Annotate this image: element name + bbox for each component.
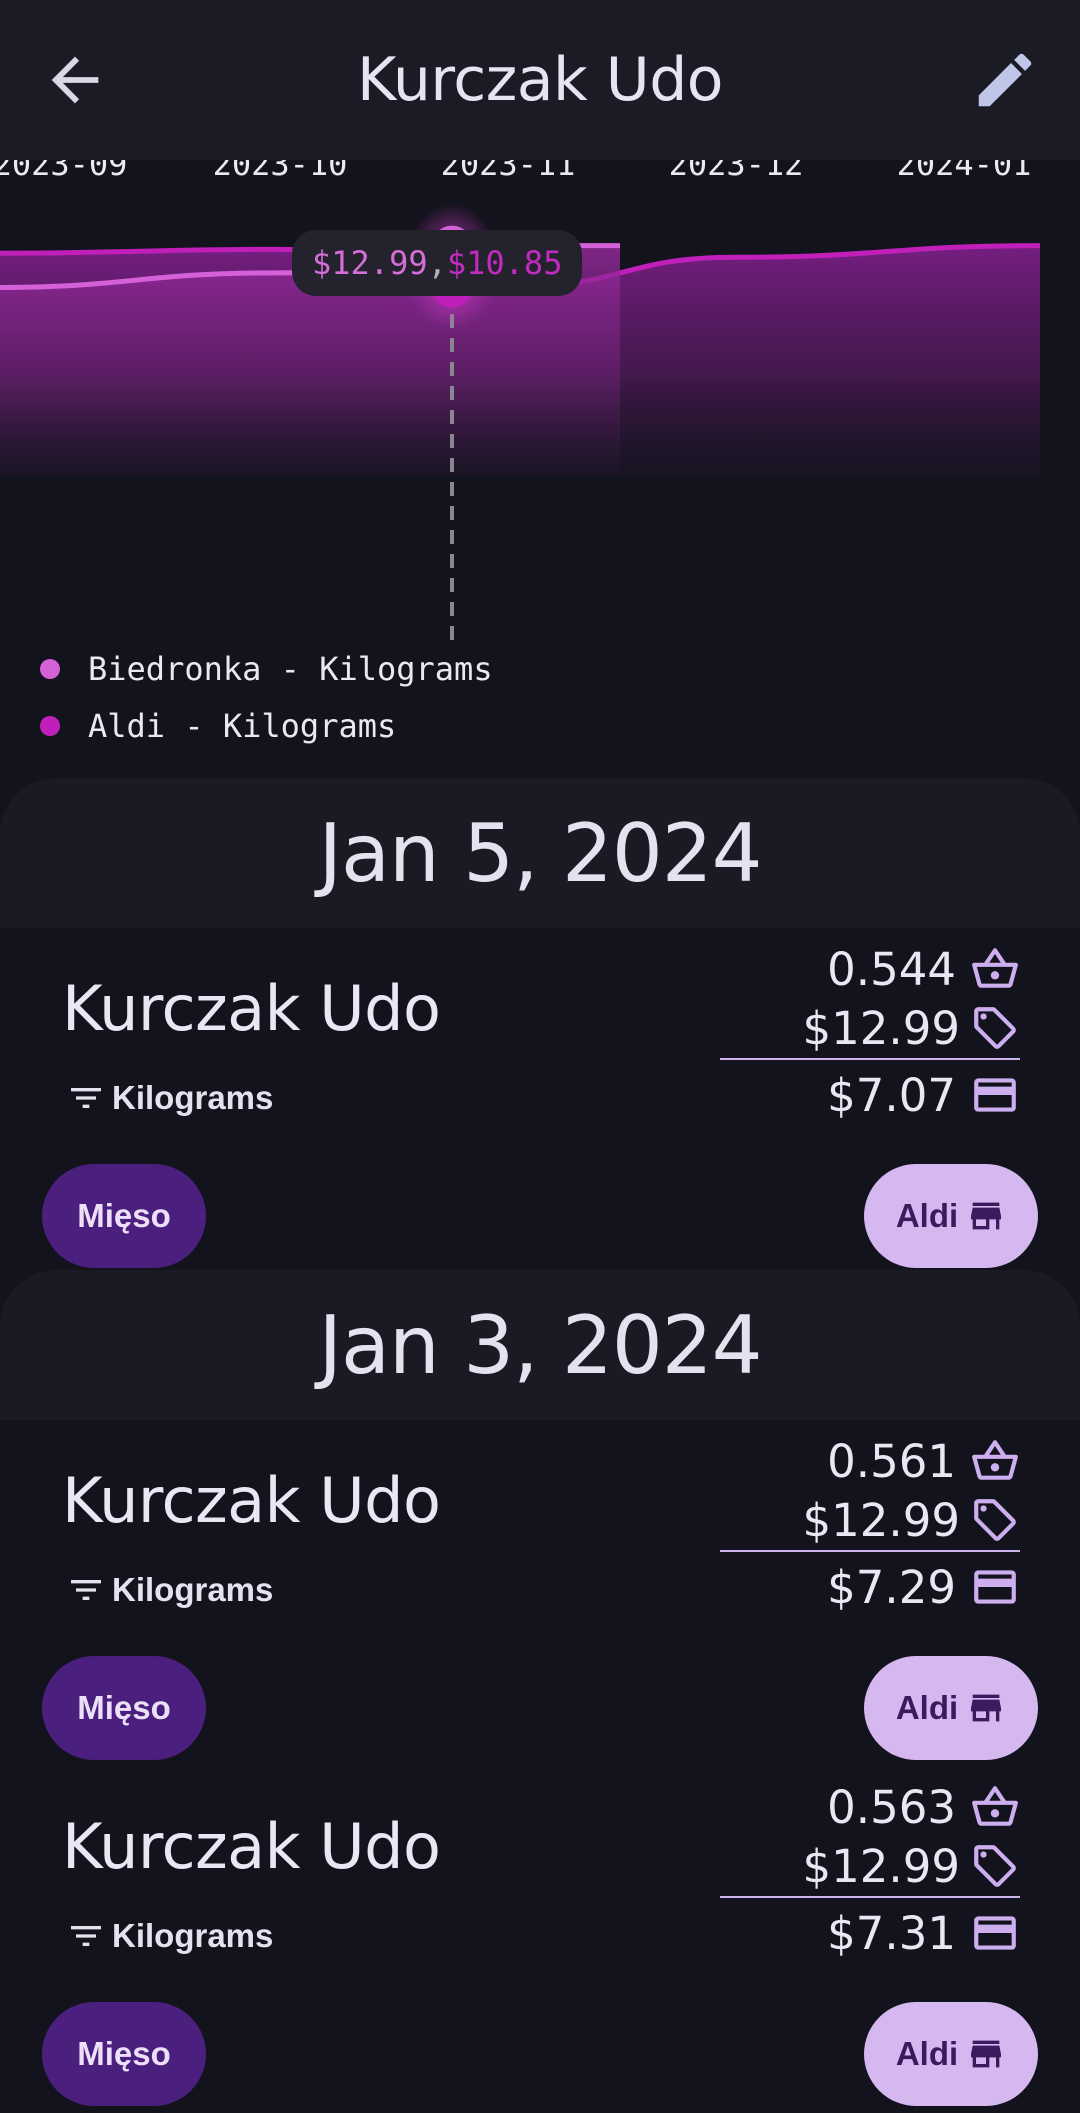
top-app-bar: Kurczak Udo [0,0,1080,160]
category-label: Mięso [77,1197,171,1234]
store-chip[interactable]: Aldi [864,1164,1038,1268]
storefront-icon [971,2040,1002,2068]
price-tag-icon [974,1845,1016,1887]
price-history-chart[interactable]: 2023-09 2023-10 2023-11 2023-12 2024-01 $12.… [0,140,1080,640]
total-row: $7.07 [720,1066,1020,1124]
price-stats: 0.561 $12.99 $7.29 [720,1432,1020,1616]
category-label: Mięso [77,1689,171,1726]
legend-dot [40,658,60,679]
total-value: $7.07 [827,1068,956,1122]
quantity-value: 0.561 [827,1434,956,1488]
unit-price-row: $12.99 [720,1490,1020,1552]
unit-price-value: $12.99 [802,1839,960,1893]
quantity-row: 0.561 [720,1432,1020,1490]
date-group-header: Jan 5, 2024 [0,778,1080,928]
storefront-icon [971,1202,1002,1230]
basket-icon [972,1440,1018,1480]
arrow-back-icon [51,56,99,104]
edit-button[interactable] [970,45,1040,115]
price-tag-icon [974,1007,1016,1049]
store-chip[interactable]: Aldi [864,2002,1038,2106]
legend-item-biedronka: Biedronka - Kilograms [40,640,493,697]
unit-text: Kilograms [112,1079,274,1116]
chart-canvas: 2023-09 2023-10 2023-11 2023-12 2024-01 [0,145,1041,640]
total-row: $7.31 [720,1904,1020,1962]
store-label: Aldi [895,1197,959,1234]
product-name: Kurczak Udo [62,1464,441,1537]
unit-label: Kilograms [66,1916,273,1956]
storefront-icon [971,1694,1002,1722]
store-label: Aldi [895,1689,959,1726]
unit-label: Kilograms [66,1078,273,1118]
date-label: Jan 3, 2024 [318,1298,762,1392]
credit-card-icon [974,1570,1016,1604]
pencil-icon [978,53,1032,107]
credit-card-icon [974,1078,1016,1112]
unit-text: Kilograms [112,1917,274,1954]
tooltip-value-aldi: $10.85 [446,244,563,282]
basket-icon [972,948,1018,988]
store-chip[interactable]: Aldi [864,1656,1038,1760]
price-stats: 0.563 $12.99 $7.31 [720,1778,1020,1962]
legend-label: Biedronka - Kilograms [88,649,493,688]
category-chip[interactable]: Mięso [42,2002,206,2106]
tooltip-separator: , [427,244,447,282]
total-value: $7.29 [827,1560,956,1614]
price-stats: 0.544 $12.99 $7.07 [720,940,1020,1124]
chart-legend: Biedronka - Kilograms Aldi - Kilograms [40,640,493,754]
legend-label: Aldi - Kilograms [88,706,397,745]
category-chip[interactable]: Mięso [42,1164,206,1268]
page-title: Kurczak Udo [356,45,724,115]
quantity-row: 0.563 [720,1778,1020,1836]
quantity-row: 0.544 [720,940,1020,998]
category-label: Mięso [77,2035,171,2072]
product-name: Kurczak Udo [62,1810,441,1883]
back-button[interactable] [40,45,110,115]
date-label: Jan 5, 2024 [318,806,762,900]
legend-dot [40,715,60,736]
total-row: $7.29 [720,1558,1020,1616]
filter-list-icon [71,1580,101,1600]
purchase-entry[interactable]: Kurczak Udo Kilograms 0.561 $12.99 $7.29… [0,1420,1080,1760]
store-label: Aldi [895,2035,959,2072]
unit-text: Kilograms [112,1571,274,1608]
price-tag-icon [974,1499,1016,1541]
legend-item-aldi: Aldi - Kilograms [40,697,493,754]
tooltip-value-biedronka: $12.99 [312,244,428,282]
product-name: Kurczak Udo [62,972,441,1045]
chart-tooltip: $12.99, $10.85 [292,230,583,296]
total-value: $7.31 [827,1906,956,1960]
purchase-entry[interactable]: Kurczak Udo Kilograms 0.563 $12.99 $7.31… [0,1766,1080,2106]
category-chip[interactable]: Mięso [42,1656,206,1760]
credit-card-icon [974,1916,1016,1950]
unit-price-value: $12.99 [802,1493,960,1547]
basket-icon [972,1786,1018,1826]
unit-price-row: $12.99 [720,1836,1020,1898]
filter-list-icon [71,1926,101,1946]
unit-price-value: $12.99 [802,1001,960,1055]
quantity-value: 0.544 [827,942,956,996]
unit-label: Kilograms [66,1570,273,1610]
quantity-value: 0.563 [827,1780,956,1834]
purchase-entry[interactable]: Kurczak Udo Kilograms 0.544 $12.99 $7.07… [0,928,1080,1268]
date-group-header: Jan 3, 2024 [0,1270,1080,1420]
filter-list-icon [71,1088,101,1108]
unit-price-row: $12.99 [720,998,1020,1060]
